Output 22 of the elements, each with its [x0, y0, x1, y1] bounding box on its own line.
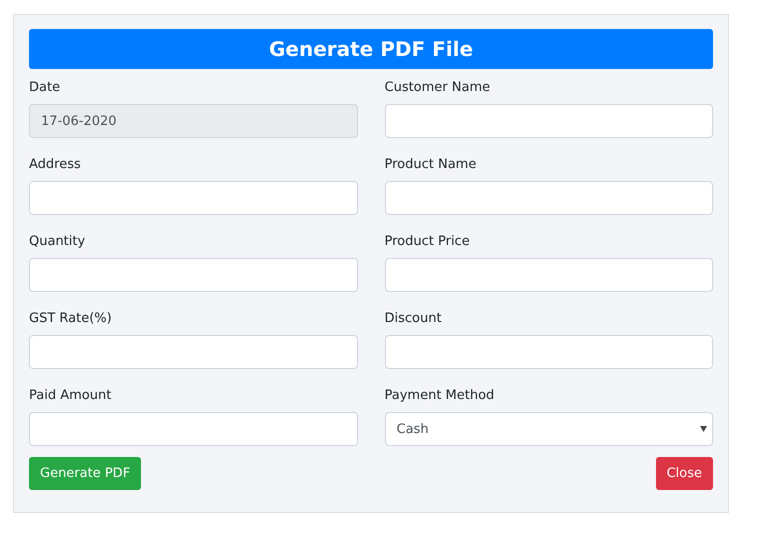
field-label: Quantity — [29, 234, 86, 251]
field-label: Customer Name — [384, 80, 492, 97]
caret-icon — [700, 426, 707, 432]
input-field[interactable] — [29, 412, 358, 446]
field-label: Discount — [384, 311, 443, 328]
input-field[interactable] — [384, 335, 713, 369]
input-field[interactable] — [29, 258, 358, 292]
input-field[interactable] — [384, 181, 713, 215]
field-label: Date — [29, 80, 62, 97]
input-field[interactable] — [29, 181, 358, 215]
form-header: Generate PDF File — [29, 29, 713, 69]
field-label: Payment Method — [384, 388, 496, 405]
payment-dropdown[interactable]: Cash — [384, 412, 713, 446]
close-button[interactable]: Close — [656, 457, 713, 490]
field-label: Product Name — [384, 157, 478, 174]
field-label: Product Price — [384, 234, 471, 251]
input-field[interactable] — [29, 335, 358, 369]
input-field[interactable] — [384, 258, 713, 292]
field-label: GST Rate(%) — [29, 311, 113, 328]
input-field[interactable] — [384, 104, 713, 138]
field-label: Paid Amount — [29, 388, 112, 405]
field-label: Address — [29, 157, 82, 174]
